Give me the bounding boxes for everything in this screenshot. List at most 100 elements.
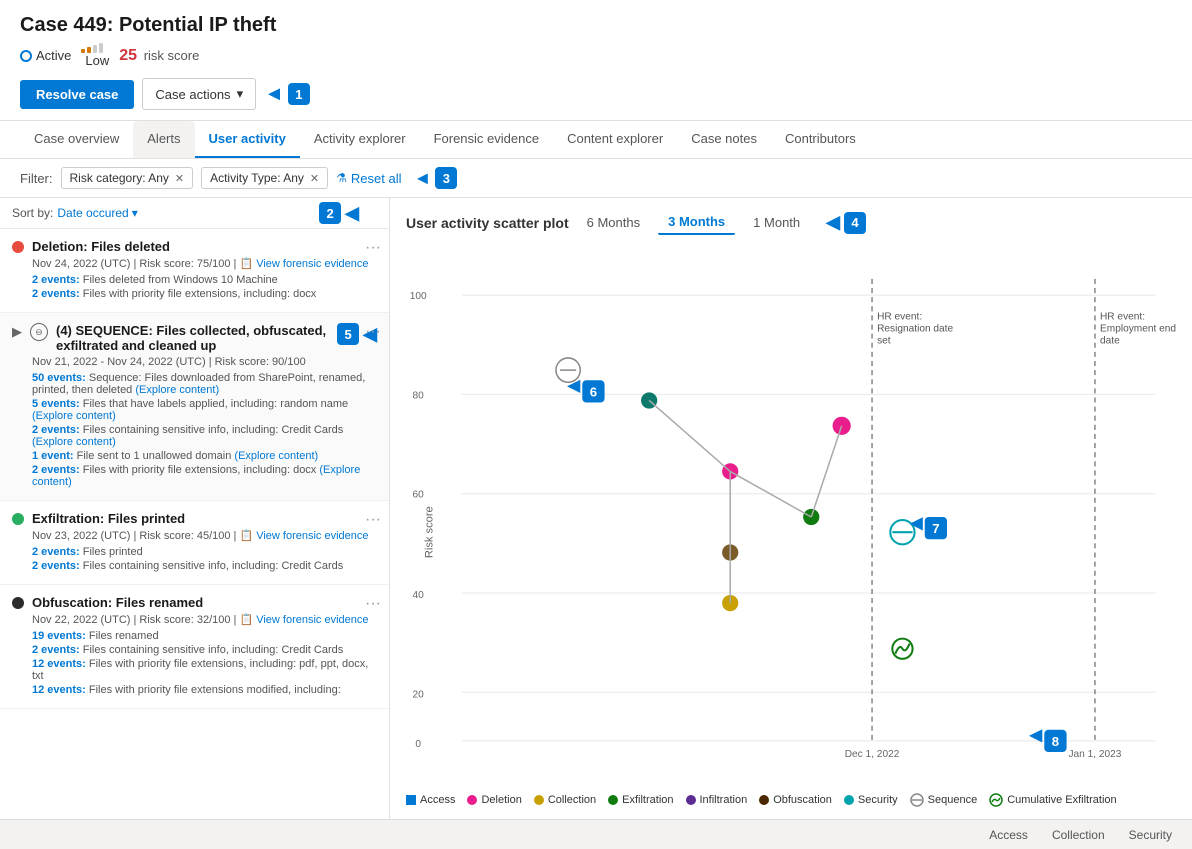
legend-sequence-label: Sequence — [928, 794, 978, 806]
event-sequence-meta: Nov 21, 2022 - Nov 24, 2022 (UTC) | Risk… — [32, 356, 377, 368]
event-deletion-title: Deletion: Files deleted — [32, 239, 377, 254]
expand-icon[interactable]: ▶ — [12, 324, 22, 340]
legend-sequence-icon — [910, 793, 924, 807]
explore-content-link[interactable]: (Explore content) — [234, 450, 318, 462]
event-deletion-meta: Nov 24, 2022 (UTC) | Risk score: 75/100 … — [32, 257, 377, 270]
chevron-down-icon: ▾ — [237, 86, 244, 102]
filter-bar: Filter: Risk category: Any ✕ Activity Ty… — [0, 159, 1192, 198]
tab-contributors[interactable]: Contributors — [771, 121, 870, 158]
svg-text:60: 60 — [413, 490, 425, 501]
detail-text: Files with priority file extensions, inc… — [83, 464, 320, 476]
tab-activity-explorer[interactable]: Activity explorer — [300, 121, 420, 158]
reset-all-button[interactable]: ⚗ Reset all — [336, 171, 401, 186]
event-exfiltration-more-icon[interactable]: ··· — [365, 511, 381, 529]
risk-score: 25 risk score — [119, 47, 199, 65]
filter-chip-activity[interactable]: Activity Type: Any ✕ — [201, 167, 328, 189]
event-sequence-more-icon[interactable]: ··· — [365, 323, 381, 341]
callout1-container: ◄ 1 — [264, 83, 310, 106]
tab-user-activity[interactable]: User activity — [195, 121, 300, 158]
detail-line: 2 events: Files with priority file exten… — [32, 288, 377, 300]
svg-text:20: 20 — [413, 689, 425, 700]
event-exfiltration: Exfiltration: Files printed ··· Nov 23, … — [0, 501, 389, 585]
event-exfiltration-forensic-link[interactable]: 📋 View forensic evidence — [239, 530, 368, 542]
svg-text:7: 7 — [932, 521, 939, 536]
detail-text: Files deleted from Windows 10 Machine — [83, 274, 278, 286]
event-obfuscation-forensic-link[interactable]: 📋 View forensic evidence — [239, 614, 368, 626]
svg-text:8: 8 — [1052, 734, 1059, 749]
detail-text: Files containing sensitive info, includi… — [83, 424, 343, 436]
filter-label: Filter: — [20, 171, 53, 186]
bottom-nav-security[interactable]: Security — [1129, 828, 1172, 842]
legend-access-icon — [406, 795, 416, 805]
callout1-arrow-icon: ◄ — [264, 83, 284, 106]
tab-forensic-evidence[interactable]: Forensic evidence — [420, 121, 554, 158]
event-obfuscation-more-icon[interactable]: ··· — [365, 595, 381, 613]
time-btn-6months[interactable]: 6 Months — [577, 211, 650, 234]
svg-text:Jan 1, 2023: Jan 1, 2023 — [1068, 749, 1121, 760]
explore-content-link[interactable]: (Explore content) — [135, 384, 219, 396]
legend-collection-icon — [534, 795, 544, 805]
filter-chip-activity-label: Activity Type: Any — [210, 171, 304, 185]
legend-access-label: Access — [420, 794, 455, 806]
tab-case-overview[interactable]: Case overview — [20, 121, 133, 158]
filter-chip-activity-close-icon[interactable]: ✕ — [310, 172, 319, 185]
detail-count: 50 events: — [32, 372, 86, 384]
event-sequence-title: (4) SEQUENCE: Files collected, obfuscate… — [56, 323, 329, 353]
scatter-container: 100 80 60 40 20 0 Risk score — [406, 247, 1176, 787]
right-panel: User activity scatter plot 6 Months 3 Mo… — [390, 198, 1192, 819]
svg-text:◀: ◀ — [909, 514, 923, 532]
detail-count: 2 events: — [32, 546, 80, 558]
filter-icon: ⚗ — [336, 171, 347, 185]
svg-text:HR event:: HR event: — [1100, 311, 1145, 322]
legend-infiltration: Infiltration — [686, 794, 748, 806]
header: Case 449: Potential IP theft Active Low … — [0, 0, 1192, 121]
legend-infiltration-label: Infiltration — [700, 794, 748, 806]
callout3-arrow-icon: ◄ — [413, 168, 431, 189]
detail-text: Files renamed — [89, 630, 159, 642]
event-deletion-details: 2 events: Files deleted from Windows 10 … — [32, 274, 377, 300]
detail-line: 19 events: Files renamed — [32, 630, 377, 642]
time-btn-3months[interactable]: 3 Months — [658, 210, 735, 235]
legend-sequence: Sequence — [910, 793, 978, 807]
status-label: Active — [36, 48, 71, 63]
tab-content-explorer[interactable]: Content explorer — [553, 121, 677, 158]
legend-obfuscation-label: Obfuscation — [773, 794, 832, 806]
svg-text:HR event:: HR event: — [877, 311, 922, 322]
sort-label: Sort by: — [12, 206, 53, 220]
bottom-nav: Access Collection Security — [0, 819, 1192, 849]
detail-count: 2 events: — [32, 464, 80, 476]
scatter-title: User activity scatter plot — [406, 215, 569, 231]
detail-line: 5 events: Files that have labels applied… — [32, 398, 377, 422]
left-panel: Sort by: Date occured ▾ 2 ◀ Deletion: Fi… — [0, 198, 390, 819]
time-btn-1month[interactable]: 1 Month — [743, 211, 810, 234]
case-meta: Active Low 25 risk score — [20, 43, 1172, 68]
detail-text: Files containing sensitive info, includi… — [83, 560, 343, 572]
filter-chip-risk-close-icon[interactable]: ✕ — [175, 172, 184, 185]
reset-all-label: Reset all — [351, 171, 402, 186]
detail-count: 1 event: — [32, 450, 74, 462]
explore-content-link[interactable]: (Explore content) — [32, 436, 116, 448]
event-deletion-forensic-link[interactable]: 📋 View forensic evidence — [239, 258, 368, 270]
sort-dropdown[interactable]: Date occured ▾ — [57, 206, 137, 220]
explore-content-link[interactable]: (Explore content) — [32, 410, 116, 422]
bottom-nav-collection[interactable]: Collection — [1052, 828, 1105, 842]
filter-chip-risk[interactable]: Risk category: Any ✕ — [61, 167, 194, 189]
bottom-nav-access[interactable]: Access — [989, 828, 1028, 842]
legend-deletion-icon — [467, 795, 477, 805]
severity-bars — [81, 43, 109, 53]
detail-text: Files with priority file extensions modi… — [89, 684, 341, 696]
svg-text:date: date — [1100, 336, 1120, 347]
scatter-svg: 100 80 60 40 20 0 Risk score — [406, 247, 1176, 787]
legend-security-icon — [844, 795, 854, 805]
tab-case-notes[interactable]: Case notes — [677, 121, 771, 158]
svg-text:Risk score: Risk score — [423, 506, 435, 558]
detail-count: 2 events: — [32, 424, 80, 436]
legend-exfiltration-label: Exfiltration — [622, 794, 673, 806]
resolve-case-button[interactable]: Resolve case — [20, 80, 134, 109]
event-deletion-more-icon[interactable]: ··· — [365, 239, 381, 257]
detail-line: 12 events: Files with priority file exte… — [32, 658, 377, 682]
page: Case 449: Potential IP theft Active Low … — [0, 0, 1192, 849]
detail-count: 19 events: — [32, 630, 86, 642]
tab-alerts[interactable]: Alerts — [133, 121, 194, 158]
case-actions-button[interactable]: Case actions ▾ — [142, 78, 256, 110]
